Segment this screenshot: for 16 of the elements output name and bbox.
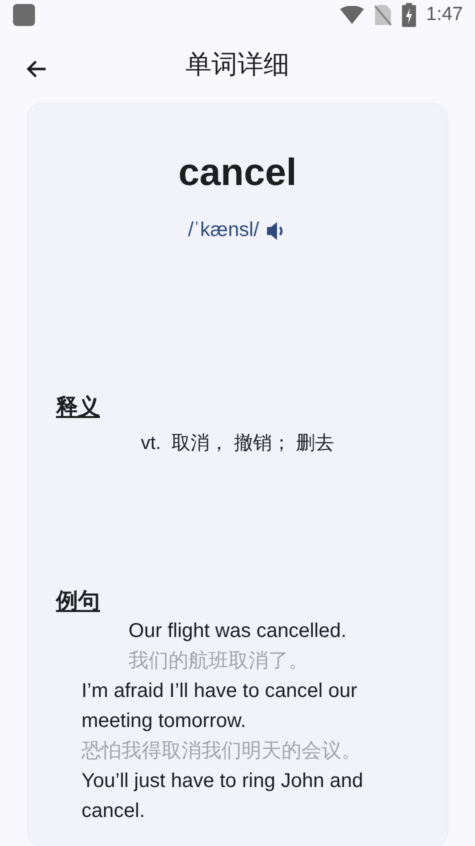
- definition-text: vt. 取消， 撤销； 删去: [140, 432, 334, 456]
- example-sentence: You’ll just have to ring John and cancel.: [82, 769, 364, 824]
- example-translation: 恐怕我得取消我们明天的会议。: [82, 739, 362, 764]
- section-heading: 释义: [56, 393, 100, 421]
- status-time: 1:47: [426, 4, 463, 26]
- headword: cancel: [178, 152, 297, 195]
- example-translation: 我们的航班取消了。: [128, 649, 310, 674]
- app-notification-icon: [13, 4, 35, 26]
- section-heading: 例句: [56, 587, 100, 615]
- page-title: 单词详细: [186, 48, 290, 82]
- no-sim-icon: [374, 4, 392, 26]
- battery-charging-icon: [402, 2, 416, 27]
- example-sentence: Our flight was cancelled.: [128, 619, 346, 644]
- wifi-icon: [340, 6, 364, 24]
- phonetic-text: /ˈkænsl/: [188, 219, 260, 242]
- example-sentence: I’m afraid I’ll have to cancel our meeting tomorrow.: [82, 679, 358, 734]
